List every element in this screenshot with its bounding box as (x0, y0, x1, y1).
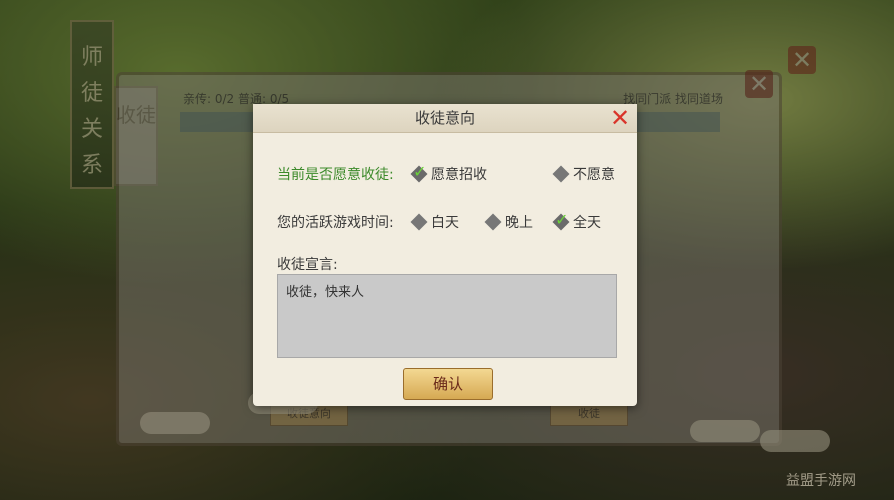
option-allday-label: 全天 (573, 215, 601, 231)
declaration-input[interactable]: 收徒，快来人 (277, 274, 617, 358)
close-icon[interactable]: ✕ (608, 106, 632, 131)
option-willing-label: 愿意招收 (431, 167, 487, 183)
diamond-checkbox-icon (410, 213, 428, 231)
diamond-checkbox-icon (484, 213, 502, 231)
confirm-button[interactable]: 确认 (403, 368, 493, 400)
question-active-time: 您的活跃游戏时间: (277, 215, 394, 231)
option-daytime[interactable]: 白天 (410, 212, 459, 232)
checkmark-icon: ✓ (555, 209, 569, 229)
recruit-intent-dialog: 收徒意向 ✕ 当前是否愿意收徒: ✓ 愿意招收 不愿意 您的活跃游戏时间: 白天 … (253, 104, 637, 406)
dialog-title: 收徒意向 (253, 104, 637, 133)
option-evening[interactable]: 晚上 (484, 212, 533, 232)
checkmark-icon: ✓ (413, 161, 427, 181)
question-willing: 当前是否愿意收徒: (277, 167, 394, 183)
diamond-checkbox-icon (552, 165, 570, 183)
option-willing[interactable]: ✓ 愿意招收 (410, 162, 487, 184)
diamond-checkbox-icon: ✓ (552, 210, 570, 231)
watermark-logo: 益盟手游网 (786, 473, 856, 489)
option-evening-label: 晚上 (505, 215, 533, 231)
option-unwilling-label: 不愿意 (573, 167, 615, 183)
diamond-checkbox-icon: ✓ (410, 162, 428, 183)
declaration-label: 收徒宣言: (277, 257, 338, 273)
option-daytime-label: 白天 (431, 215, 459, 231)
option-allday[interactable]: ✓ 全天 (552, 210, 601, 232)
option-unwilling[interactable]: 不愿意 (552, 164, 615, 184)
